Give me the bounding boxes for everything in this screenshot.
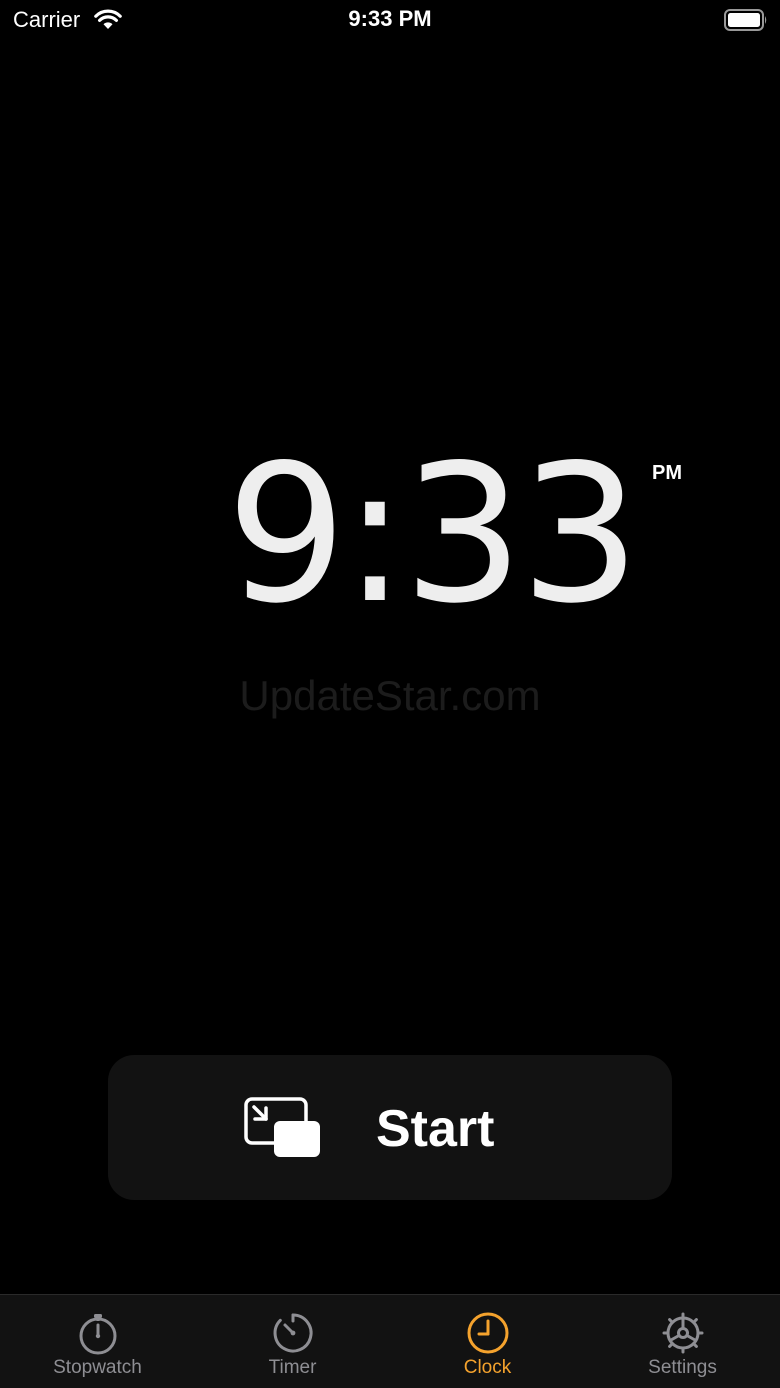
start-button[interactable]: Start xyxy=(108,1055,672,1200)
clock-ampm: PM xyxy=(652,462,682,484)
watermark: UpdateStar.com xyxy=(239,672,541,719)
clock-icon xyxy=(467,1312,509,1354)
picture-in-picture-icon xyxy=(244,1097,320,1157)
battery-icon xyxy=(724,9,767,31)
tab-label-timer: Timer xyxy=(268,1357,317,1378)
tab-clock[interactable]: Clock xyxy=(390,1295,585,1388)
status-bar: Carrier 9:33 PM xyxy=(0,0,780,40)
tab-label-settings: Settings xyxy=(648,1357,717,1378)
tab-timer[interactable]: Timer xyxy=(195,1295,390,1388)
gear-icon xyxy=(662,1312,704,1354)
stopwatch-icon xyxy=(79,1314,117,1355)
clock-time: 9:33 xyxy=(226,424,641,645)
tab-label-stopwatch: Stopwatch xyxy=(53,1357,142,1378)
tab-bar: Stopwatch Timer Clock Settings xyxy=(0,1294,780,1388)
tab-stopwatch[interactable]: Stopwatch xyxy=(0,1295,195,1388)
timer-icon xyxy=(273,1313,313,1353)
tab-label-clock: Clock xyxy=(463,1357,512,1378)
start-label: Start xyxy=(376,1100,495,1158)
tab-settings[interactable]: Settings xyxy=(585,1295,780,1388)
status-time: 9:33 PM xyxy=(348,6,432,31)
